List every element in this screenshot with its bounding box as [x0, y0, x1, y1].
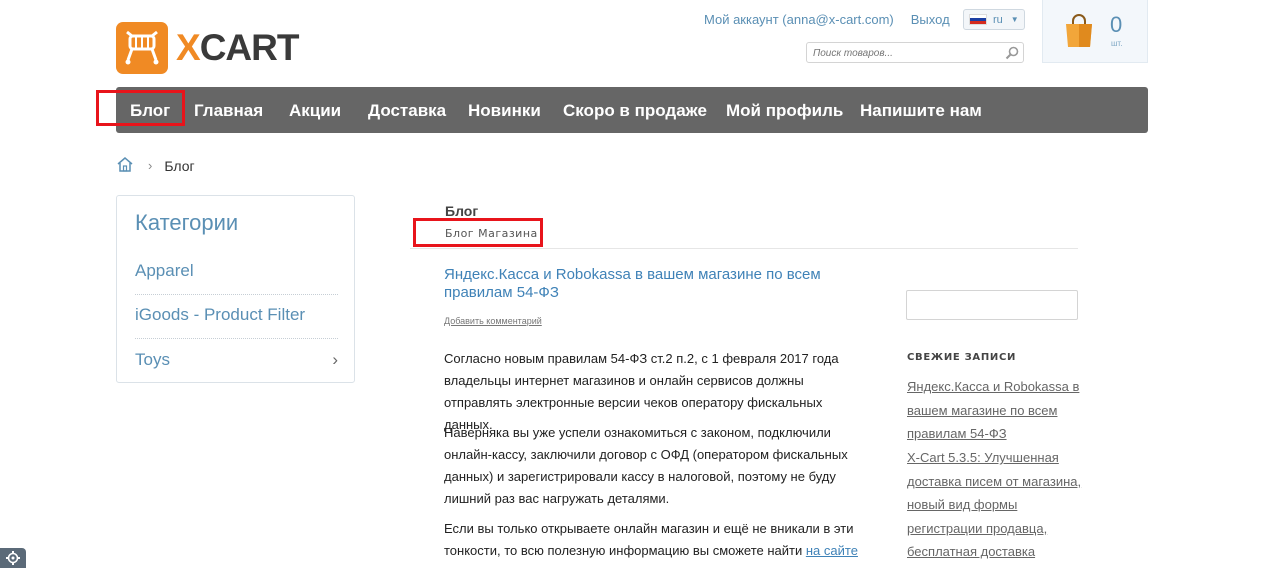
category-apparel[interactable]: Apparel	[135, 249, 338, 293]
nav-item-my-profile[interactable]: Мой профиль	[726, 101, 843, 121]
product-search	[806, 42, 1024, 63]
search-icon[interactable]	[1005, 46, 1019, 65]
page-title: Блог	[445, 203, 479, 219]
breadcrumb-separator: ›	[148, 158, 153, 173]
blog-nav-highlight	[96, 90, 185, 126]
post-paragraph: Если вы только открываете онлайн магазин…	[444, 518, 864, 562]
recent-post-link[interactable]: X-Cart 5.3.5: Улучшенная доставка писем …	[907, 446, 1082, 564]
chevron-right-icon[interactable]: ›	[332, 350, 338, 370]
post-paragraph: Наверняка вы уже успели ознакомиться с з…	[444, 425, 848, 506]
recent-post-link[interactable]: Яндекс.Касса и Robokassa в вашем магазин…	[907, 375, 1082, 446]
nav-item-promotions[interactable]: Акции	[289, 101, 341, 121]
category-toys[interactable]: Toys ›	[135, 338, 338, 382]
website-link[interactable]: на сайте	[806, 543, 858, 558]
mini-cart[interactable]: 0 шт.	[1042, 0, 1148, 63]
cart-count: 0	[1110, 12, 1123, 37]
paragraph-text: Если вы только открываете онлайн магазин…	[444, 521, 854, 558]
nav-item-contact-us[interactable]: Напишите нам	[860, 101, 982, 121]
category-label: Toys	[135, 350, 170, 369]
xcart-logo-icon	[116, 22, 168, 74]
logout-link[interactable]: Выход	[911, 12, 950, 27]
categories-title: Категории	[135, 210, 239, 235]
cart-unit: шт.	[1111, 39, 1123, 48]
home-icon[interactable]	[116, 156, 134, 175]
nav-item-new-arrivals[interactable]: Новинки	[468, 101, 541, 121]
logo-wordmark: XCART	[176, 27, 299, 68]
breadcrumb: › Блог	[116, 156, 195, 175]
recent-posts-title: СВЕЖИЕ ЗАПИСИ	[907, 352, 1017, 363]
site-logo[interactable]: XCART	[116, 22, 299, 74]
breadcrumb-current: Блог	[164, 157, 195, 174]
settings-gear-icon[interactable]	[0, 548, 26, 568]
caret-down-icon: ▼	[1010, 15, 1019, 24]
language-selector[interactable]: ru ▼	[963, 9, 1025, 30]
subtitle-highlight	[413, 218, 543, 247]
search-input[interactable]	[807, 44, 987, 63]
nav-item-coming-soon[interactable]: Скоро в продаже	[563, 101, 707, 121]
nav-item-home[interactable]: Главная	[194, 101, 263, 121]
shopping-bag-icon	[1063, 13, 1095, 54]
language-code: ru	[993, 13, 1003, 26]
category-label: iGoods - Product Filter	[135, 305, 306, 324]
category-igoods-product-filter[interactable]: iGoods - Product Filter	[135, 293, 338, 337]
blog-search-input[interactable]	[906, 290, 1078, 320]
nav-item-delivery[interactable]: Доставка	[368, 101, 446, 121]
main-navigation: Блог Главная Акции Доставка Новинки Скор…	[116, 87, 1148, 133]
divider	[410, 248, 1078, 249]
russian-flag-icon	[969, 14, 987, 25]
account-links: Мой аккаунт (anna@x-cart.com) Выход	[704, 12, 950, 27]
categories-panel: Категории Apparel iGoods - Product Filte…	[116, 195, 355, 383]
add-comment-link[interactable]: Добавить комментарий	[444, 316, 542, 326]
post-title-link[interactable]: Яндекс.Касса и Robokassa в вашем магазин…	[444, 266, 864, 302]
category-label: Apparel	[135, 261, 194, 280]
my-account-link[interactable]: Мой аккаунт (anna@x-cart.com)	[704, 12, 894, 27]
